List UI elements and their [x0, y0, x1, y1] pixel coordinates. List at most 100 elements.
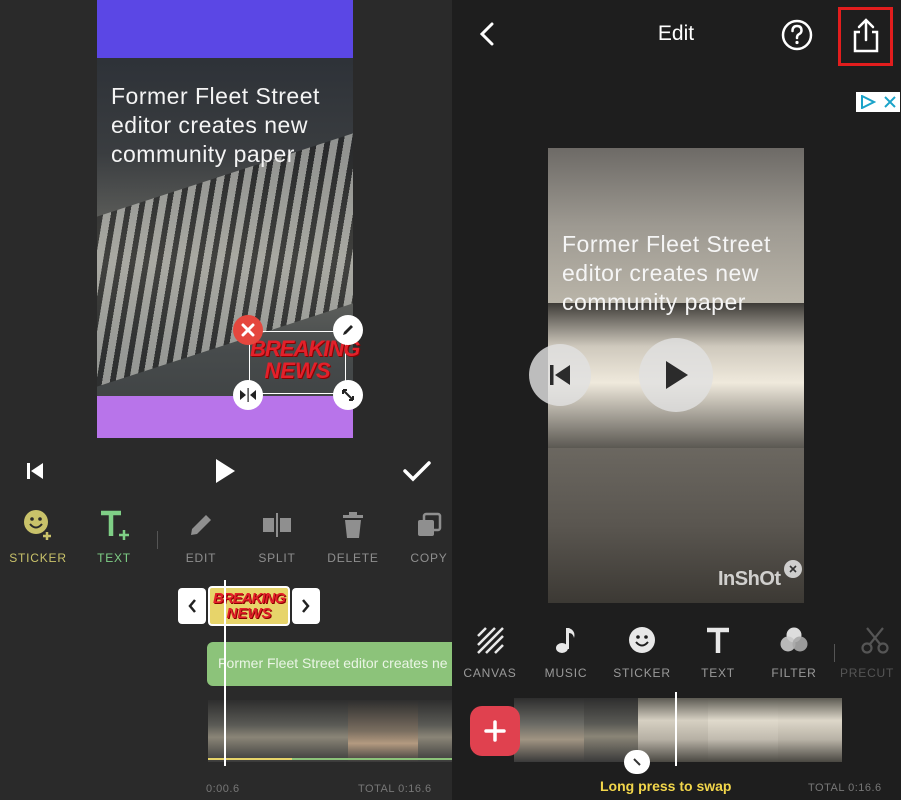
tool-label: SPLIT [258, 551, 296, 565]
sticker-delete-handle[interactable] [233, 315, 263, 345]
sticker-clip[interactable]: BREAKING NEWS [208, 586, 290, 626]
skip-start-icon [27, 463, 43, 479]
overlay-text-line: editor creates new [111, 112, 308, 138]
transition-button[interactable] [624, 750, 650, 774]
split-icon [263, 513, 291, 537]
ad-badge[interactable] [856, 92, 900, 112]
help-icon [781, 19, 813, 51]
text-add-icon [101, 510, 129, 540]
tool-precut[interactable]: PRECUT [840, 620, 901, 680]
skip-start-button[interactable] [529, 344, 591, 406]
video-frame [208, 700, 278, 762]
tool-sticker[interactable]: STICKER [604, 620, 680, 680]
play-button[interactable] [639, 338, 713, 412]
video-frame [514, 698, 584, 762]
chevron-left-icon [188, 599, 196, 613]
tool-edit[interactable]: EDIT [163, 505, 239, 565]
add-clip-button[interactable] [470, 706, 520, 756]
transition-icon [633, 758, 641, 766]
watermark[interactable]: InShOt [718, 568, 781, 591]
sticker-icon [629, 627, 655, 653]
timeline[interactable]: BREAKING NEWS Former Fleet Street editor… [0, 580, 452, 800]
close-icon [241, 323, 255, 337]
pencil-icon [343, 325, 353, 335]
overlay-text[interactable]: Former Fleet Street editor creates new c… [111, 82, 320, 169]
share-button[interactable] [838, 7, 893, 66]
tool-delete[interactable]: DELETE [315, 505, 391, 565]
resize-icon [342, 389, 354, 401]
canvas-icon [477, 627, 504, 654]
overlay-text-line: Former Fleet Street [562, 231, 771, 257]
video-strip[interactable] [208, 700, 452, 762]
share-icon [853, 18, 879, 53]
tool-label: EDIT [185, 551, 217, 565]
help-button[interactable] [780, 18, 814, 52]
timeline[interactable]: Long press to swap TOTAL 0:16.6 [452, 690, 901, 800]
plus-icon [484, 720, 506, 742]
play-button[interactable] [210, 456, 240, 486]
clip-trim-right-handle[interactable] [292, 588, 320, 624]
back-button[interactable] [472, 18, 502, 50]
sticker-clip-line: NEWS [226, 605, 272, 622]
sticker-track-indicator [208, 758, 292, 760]
close-icon [883, 96, 896, 108]
text-track-indicator [292, 758, 452, 760]
overlay-text-line: community paper [562, 289, 746, 315]
tool-music[interactable]: MUSIC [528, 620, 604, 680]
chevron-left-icon [480, 22, 494, 46]
toolbar-divider [834, 644, 835, 662]
sticker-line: NEWS [264, 358, 331, 383]
overlay-text-line: Former Fleet Street [111, 83, 320, 109]
video-frame [638, 698, 708, 762]
sticker-edit-handle[interactable] [333, 315, 363, 345]
sticker-add-icon [24, 510, 51, 540]
overlay-text-line: community paper [111, 141, 295, 167]
playhead[interactable] [675, 692, 677, 766]
sticker-clip-line: BREAKING [212, 590, 286, 607]
tool-label: STICKER [9, 551, 67, 565]
sticker-flip-handle[interactable] [233, 380, 263, 410]
tool-text[interactable]: TEXT [76, 505, 152, 565]
tool-text[interactable]: TEXT [680, 620, 756, 680]
overlay-text[interactable]: Former Fleet Street editor creates new c… [562, 230, 771, 317]
overlay-text-line: editor creates new [562, 260, 759, 286]
text-clip-label: Former Fleet Street editor creates ne [218, 655, 448, 671]
confirm-button[interactable] [400, 456, 434, 486]
tool-label: FILTER [771, 666, 817, 680]
sticker-selection-box[interactable]: BREAKING NEWS [249, 331, 360, 394]
skip-start-button[interactable] [22, 458, 48, 484]
canvas-top-band [97, 0, 353, 58]
tool-label: CANVAS [463, 666, 517, 680]
top-bar: Edit [452, 0, 901, 70]
chevron-right-icon [302, 599, 310, 613]
page-title: Edit [657, 22, 695, 45]
tools-toolbar: CANVAS MUSIC STICKER TEXT FILTER PRECUT [452, 620, 901, 684]
sticker-resize-handle[interactable] [333, 380, 363, 410]
video-frame [708, 698, 778, 762]
tool-label: STICKER [613, 666, 671, 680]
close-icon [789, 565, 797, 573]
tool-label: MUSIC [544, 666, 588, 680]
copy-icon [418, 512, 442, 536]
video-frame [778, 698, 842, 762]
play-icon [216, 459, 235, 483]
swap-hint: Long press to swap [600, 778, 732, 794]
clip-trim-left-handle[interactable] [178, 588, 206, 624]
tool-label: PRECUT [840, 666, 895, 680]
video-strip[interactable] [514, 698, 842, 762]
remove-watermark-button[interactable] [784, 560, 802, 578]
edit-screen-panel: Edit Former Fleet Street editor creates … [452, 0, 901, 800]
current-time: 0:00.6 [206, 783, 240, 795]
sticker-line: BREAKING [250, 336, 360, 361]
total-time: TOTAL 0:16.6 [358, 783, 432, 795]
tool-canvas[interactable]: CANVAS [452, 620, 528, 680]
video-frame [418, 700, 452, 762]
play-icon [666, 361, 688, 389]
tool-split[interactable]: SPLIT [239, 505, 315, 565]
total-time: TOTAL 0:16.6 [808, 782, 882, 794]
breaking-news-sticker: BREAKING NEWS [250, 332, 360, 383]
tool-filter[interactable]: FILTER [756, 620, 832, 680]
tool-sticker[interactable]: STICKER [0, 505, 76, 565]
text-clip[interactable]: Former Fleet Street editor creates ne [207, 642, 452, 686]
playhead[interactable] [224, 580, 226, 766]
